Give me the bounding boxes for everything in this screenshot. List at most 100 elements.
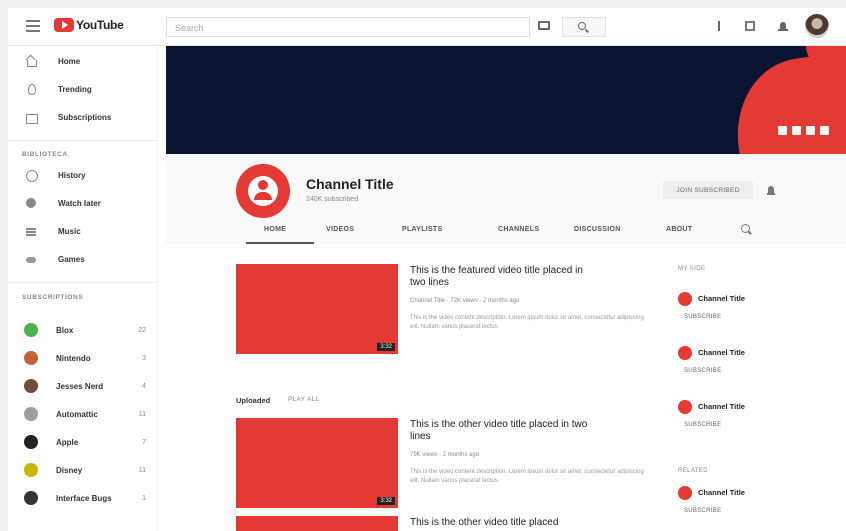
home-icon [26, 56, 37, 67]
youtube-logo[interactable]: YouTube [54, 18, 124, 32]
tab-playlists[interactable]: PLAYLISTS [402, 226, 443, 233]
subscription-label: Disney [56, 465, 83, 475]
sidebar-item-games[interactable]: Games [8, 248, 158, 270]
subscription-item[interactable]: Disney 11 [8, 459, 158, 481]
channel-avatar [24, 379, 38, 393]
subscription-label: Apple [56, 437, 79, 447]
video-thumbnail[interactable] [236, 516, 398, 531]
main-content: Channel Title 240K subscribed JOIN SUBSC… [158, 46, 846, 531]
featured-video-meta: Channel Title · 72K views · 2 months ago [410, 298, 520, 304]
related-channels-heading: RELATED [678, 468, 709, 474]
divider [8, 140, 158, 141]
logo-text: YouTube [76, 18, 124, 32]
subscription-count: 11 [138, 410, 146, 418]
featured-channel: Channel Title SUBSCRIBE [678, 400, 778, 430]
menu-icon[interactable] [26, 20, 40, 32]
sidebar-item-watch-later[interactable]: Watch later [8, 192, 158, 214]
notification-bell-icon[interactable] [767, 186, 775, 195]
video-title[interactable]: This is the other video title placed in … [410, 419, 590, 443]
subscription-count: 11 [138, 466, 146, 474]
apps-icon[interactable] [745, 21, 755, 31]
tab-videos[interactable]: VIDEOS [326, 226, 354, 233]
channel-avatar [24, 435, 38, 449]
sidebar-item-label: Trending [58, 84, 92, 94]
subscription-count: 7 [142, 438, 146, 446]
subscription-count: 22 [138, 326, 146, 334]
channel-avatar [24, 323, 38, 337]
uploads-heading: Uploaded [236, 396, 271, 405]
subscription-item[interactable]: Interface Bugs 1 [8, 487, 158, 509]
subscription-item[interactable]: Blox 22 [8, 319, 158, 341]
facebook-icon[interactable] [778, 126, 787, 135]
featured-channel: Channel Title SUBSCRIBE [678, 292, 778, 322]
subscription-label: Jesses Nerd [56, 381, 104, 391]
library-heading: BIBLIOTECA [22, 151, 68, 158]
channel-name[interactable]: Channel Title [698, 488, 745, 497]
subscription-label: Automattic [56, 409, 98, 419]
video-duration: 3:32 [377, 497, 395, 505]
play-all-button[interactable]: PLAY ALL [288, 396, 319, 403]
upload-icon[interactable] [714, 21, 724, 32]
channel-title: Channel Title [306, 176, 394, 192]
join-subscribed-button[interactable]: JOIN SUBSCRIBED [663, 181, 753, 199]
games-icon [26, 254, 36, 264]
sidebar-item-history[interactable]: History [8, 164, 158, 186]
subscription-item[interactable]: Jesses Nerd 4 [8, 375, 158, 397]
subscription-item[interactable]: Apple 7 [8, 431, 158, 453]
sidebar-item-label: Home [58, 56, 81, 66]
keyboard-icon[interactable] [538, 21, 550, 30]
subscriptions-icon [26, 112, 38, 124]
channel-search-icon[interactable] [741, 224, 750, 233]
subscriber-count: 240K subscribed [306, 196, 359, 203]
channel-avatar[interactable] [678, 400, 692, 414]
tab-about[interactable]: ABOUT [666, 226, 692, 233]
top-bar: YouTube [8, 8, 846, 46]
website-icon[interactable] [806, 126, 815, 135]
featured-video-thumbnail[interactable]: 3:32 [236, 264, 398, 354]
instagram-icon[interactable] [792, 126, 801, 135]
sidebar-item-label: Games [58, 254, 85, 264]
sidebar: Home Trending Subscriptions BIBLIOTECA H… [8, 46, 158, 531]
subscribe-link[interactable]: SUBSCRIBE [684, 314, 721, 320]
channel-avatar [236, 164, 290, 218]
divider [8, 282, 158, 283]
channel-avatar[interactable] [678, 486, 692, 500]
sidebar-item-music[interactable]: Music [8, 220, 158, 242]
channel-name[interactable]: Channel Title [698, 294, 745, 303]
subscription-item[interactable]: Nintendo 3 [8, 347, 158, 369]
subscribe-link[interactable]: SUBSCRIBE [684, 422, 721, 428]
tab-channels[interactable]: CHANNELS [498, 226, 539, 233]
video-title[interactable]: This is the other video title placed [410, 517, 590, 529]
sidebar-item-home[interactable]: Home [8, 50, 158, 72]
history-icon [26, 170, 38, 182]
video-duration: 3:32 [377, 343, 395, 351]
channel-avatar[interactable] [678, 346, 692, 360]
sidebar-item-label: History [58, 170, 86, 180]
browser-frame: YouTube Home Trending Subscriptions BIBL… [8, 8, 846, 531]
featured-channel: Channel Title SUBSCRIBE [678, 346, 778, 376]
search-input[interactable] [167, 19, 529, 37]
tab-home[interactable]: HOME [264, 226, 286, 233]
channel-home-content: 3:32 This is the featured video title pl… [166, 244, 846, 531]
sidebar-item-trending[interactable]: Trending [8, 78, 158, 100]
subscribe-link[interactable]: SUBSCRIBE [684, 368, 721, 374]
notifications-bell-icon[interactable] [778, 21, 788, 32]
subscriptions-heading: SUBSCRIPTIONS [22, 294, 84, 301]
tab-discussion[interactable]: DISCUSSION [574, 226, 621, 233]
video-thumbnail[interactable]: 3:32 [236, 418, 398, 508]
channel-avatar[interactable] [678, 292, 692, 306]
subscription-label: Interface Bugs [56, 493, 112, 503]
channel-banner [166, 46, 846, 154]
twitter-icon[interactable] [820, 126, 829, 135]
play-logo-icon [54, 18, 74, 32]
subscription-label: Nintendo [56, 353, 91, 363]
sidebar-item-subscriptions[interactable]: Subscriptions [8, 106, 158, 128]
subscription-item[interactable]: Automattic 11 [8, 403, 158, 425]
subscribe-link[interactable]: SUBSCRIBE [684, 508, 721, 514]
featured-video-title[interactable]: This is the featured video title placed … [410, 265, 590, 289]
search-button[interactable] [562, 17, 606, 37]
user-avatar[interactable] [805, 14, 829, 38]
channel-name[interactable]: Channel Title [698, 402, 745, 411]
channel-name[interactable]: Channel Title [698, 348, 745, 357]
featured-video-description: This is the video content description. L… [410, 315, 644, 330]
